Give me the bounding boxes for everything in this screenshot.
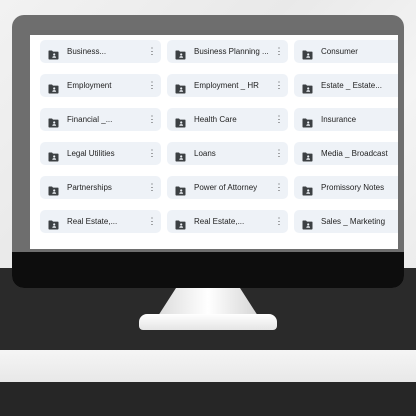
folder-item[interactable]: Employment _ HR ⋮ [167,74,288,97]
more-vert-icon[interactable]: ⋮ [274,149,284,158]
folder-name: Sales _ Marketing [321,217,386,226]
shared-folder-icon [302,149,313,161]
shared-folder-icon [175,81,186,93]
shared-folder-icon [48,183,59,195]
folder-item[interactable]: Power of Attorney ⋮ [167,176,288,199]
shared-folder-icon [302,183,313,195]
shared-folder-icon [175,149,186,161]
shared-folder-icon [48,81,59,93]
shared-folder-icon [175,183,186,195]
shared-folder-icon [175,217,186,229]
shared-folder-icon [48,149,59,161]
more-vert-icon[interactable]: ⋮ [147,149,157,158]
folder-item[interactable]: Loans ⋮ [167,142,288,165]
desk-edge [0,350,416,382]
shared-folder-icon [302,115,313,127]
folder-item[interactable]: Media _ Broadcast ⋮ [294,142,398,165]
folder-grid: Business... ⋮ Business Planning ... ⋮ Co… [40,40,398,233]
folder-name: Financial _... [67,115,113,124]
monitor: Business... ⋮ Business Planning ... ⋮ Co… [12,15,404,288]
more-vert-icon[interactable]: ⋮ [274,183,284,192]
monitor-chin [12,252,404,288]
shared-folder-icon [48,217,59,229]
folder-name: Real Estate,... [194,217,245,226]
folder-name: Insurance [321,115,357,124]
shared-folder-icon [302,217,313,229]
folder-item[interactable]: Financial _... ⋮ [40,108,161,131]
shared-folder-icon [302,81,313,93]
folder-name: Business... [67,47,107,56]
folder-item[interactable]: Health Care ⋮ [167,108,288,131]
shared-folder-icon [175,47,186,59]
folder-item[interactable]: Legal Utilities ⋮ [40,142,161,165]
monitor-stand-base [139,314,277,330]
folder-item[interactable]: Real Estate,... ⋮ [167,210,288,233]
folder-name: Partnerships [67,183,112,192]
folder-name: Promissory Notes [321,183,385,192]
folder-name: Employment _ HR [194,81,259,90]
folder-item[interactable]: Consumer ⋮ [294,40,398,63]
more-vert-icon[interactable]: ⋮ [274,217,284,226]
folder-item[interactable]: Sales _ Marketing ⋮ [294,210,398,233]
folder-item[interactable]: Real Estate,... ⋮ [40,210,161,233]
shared-folder-icon [175,115,186,127]
folder-name: Consumer [321,47,358,56]
folder-name: Real Estate,... [67,217,118,226]
folder-name: Employment [67,81,112,90]
shared-folder-icon [48,115,59,127]
folder-item[interactable]: Employment ⋮ [40,74,161,97]
folder-item[interactable]: Estate _ Estate... ⋮ [294,74,398,97]
folder-name: Loans [194,149,216,158]
more-vert-icon[interactable]: ⋮ [147,217,157,226]
folder-item[interactable]: Partnerships ⋮ [40,176,161,199]
more-vert-icon[interactable]: ⋮ [147,183,157,192]
folder-name: Media _ Broadcast [321,149,388,158]
folder-item[interactable]: Promissory Notes ⋮ [294,176,398,199]
folder-name: Health Care [194,115,237,124]
folder-name: Business Planning ... [194,47,269,56]
more-vert-icon[interactable]: ⋮ [147,81,157,90]
more-vert-icon[interactable]: ⋮ [147,47,157,56]
folder-name: Power of Attorney [194,183,258,192]
folder-item[interactable]: Business... ⋮ [40,40,161,63]
folder-name: Estate _ Estate... [321,81,382,90]
folder-item[interactable]: Insurance ⋮ [294,108,398,131]
more-vert-icon[interactable]: ⋮ [274,47,284,56]
more-vert-icon[interactable]: ⋮ [274,115,284,124]
shared-folder-icon [302,47,313,59]
more-vert-icon[interactable]: ⋮ [274,81,284,90]
folder-name: Legal Utilities [67,149,115,158]
screen: Business... ⋮ Business Planning ... ⋮ Co… [30,35,398,249]
more-vert-icon[interactable]: ⋮ [147,115,157,124]
floor [0,382,416,416]
folder-item[interactable]: Business Planning ... ⋮ [167,40,288,63]
shared-folder-icon [48,47,59,59]
